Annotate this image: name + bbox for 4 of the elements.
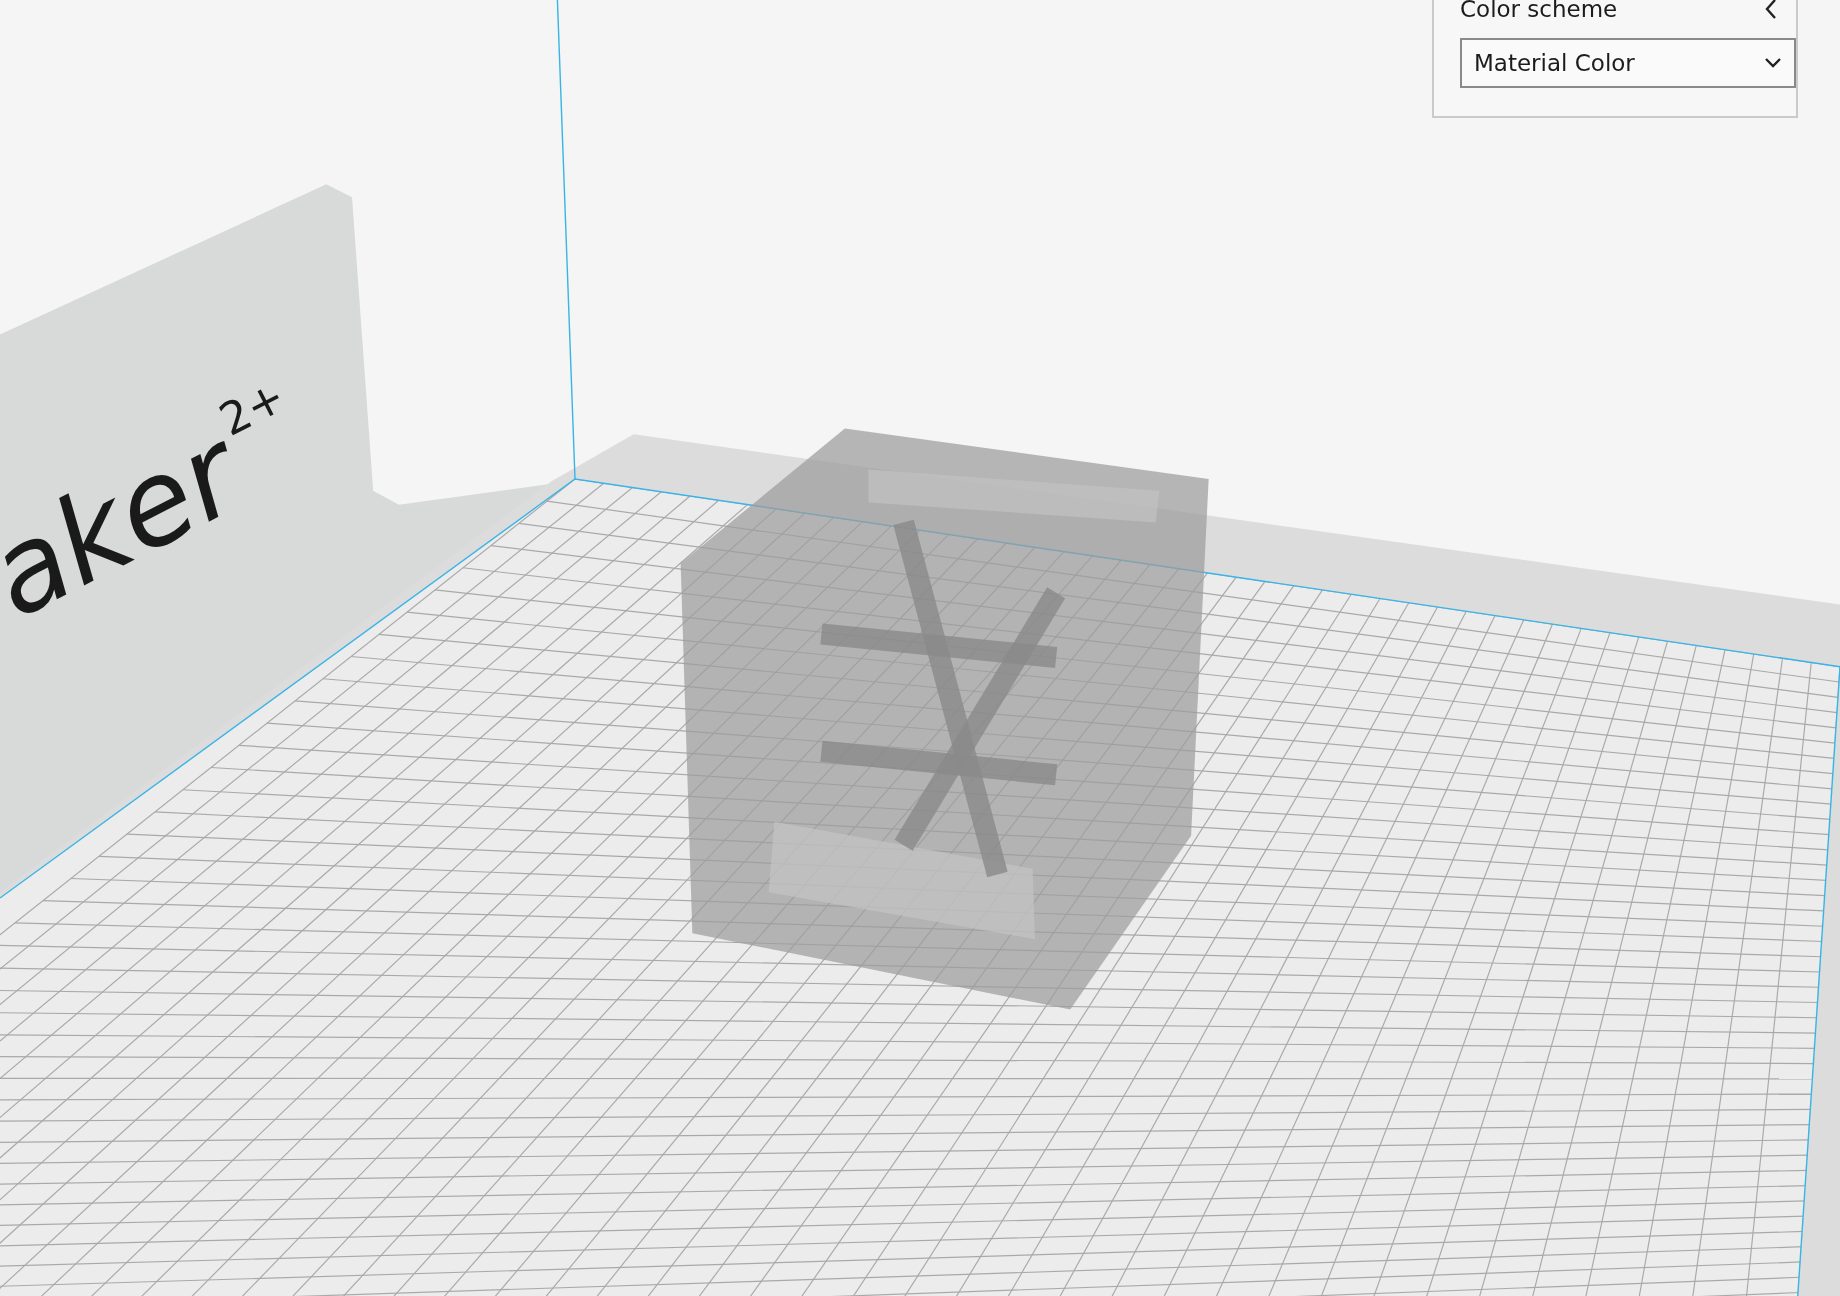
chevron-down-icon — [1764, 57, 1782, 69]
panel-title: Color scheme — [1460, 0, 1618, 24]
collapse-icon[interactable] — [1764, 0, 1778, 20]
color-scheme-dropdown[interactable]: Material Color — [1460, 38, 1796, 88]
